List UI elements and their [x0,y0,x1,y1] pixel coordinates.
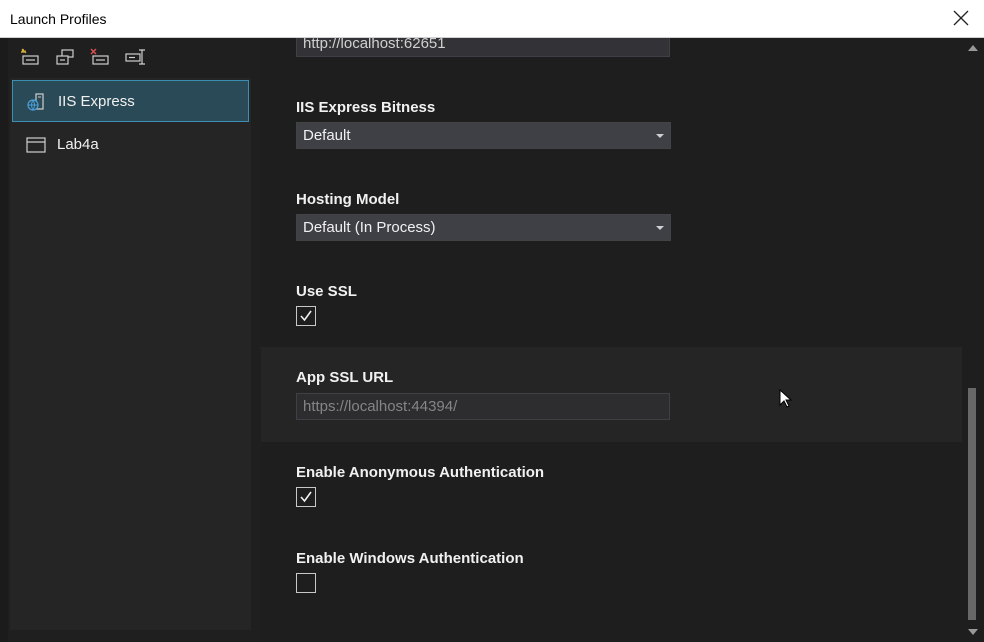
app-ssl-url-label: App SSL URL [296,369,394,386]
profile-item-lab4a[interactable]: Lab4a [12,124,249,166]
windows-auth-label: Enable Windows Authentication [296,550,524,567]
scroll-down-icon[interactable] [968,629,978,635]
hosting-model-label: Hosting Model [296,191,400,208]
checkmark-icon [300,491,312,503]
bitness-dropdown[interactable]: Default [296,122,671,149]
profile-settings-pane: http://localhost:62651 IIS Express Bitne… [261,38,962,642]
window-edge [0,38,8,642]
copy-profile-icon[interactable] [55,48,75,66]
scroll-thumb[interactable] [968,388,976,620]
app-ssl-url-field[interactable]: https://localhost:44394/ [296,393,670,420]
delete-profile-icon[interactable] [90,48,110,66]
profile-label: Lab4a [57,136,99,153]
use-ssl-label: Use SSL [296,283,357,300]
bitness-label: IIS Express Bitness [296,99,436,116]
profile-item-iis-express[interactable]: IIS Express [12,80,249,122]
anonymous-auth-label: Enable Anonymous Authentication [296,464,545,481]
rename-profile-icon[interactable] [125,48,145,66]
scroll-up-icon[interactable] [968,45,978,51]
new-profile-icon[interactable] [20,48,40,66]
vertical-scrollbar[interactable] [962,38,984,642]
profile-label: IIS Express [58,93,135,110]
chevron-down-icon [656,134,664,138]
anonymous-auth-checkbox[interactable] [296,487,316,507]
bitness-value: Default [303,127,351,144]
mouse-cursor-icon [779,389,793,408]
windows-auth-checkbox[interactable] [296,573,316,593]
chevron-down-icon [656,226,664,230]
app-url-field[interactable]: http://localhost:62651 [296,38,670,57]
pane-splitter[interactable] [251,38,261,642]
window-icon [26,137,46,153]
window-title: Launch Profiles [10,11,107,27]
title-bar: Launch Profiles [0,0,984,38]
hosting-model-dropdown[interactable]: Default (In Process) [296,214,671,241]
profile-toolbar [10,38,255,78]
close-icon[interactable] [952,9,970,27]
profile-list: IIS Express Lab4a [10,78,252,630]
use-ssl-checkbox[interactable] [296,306,316,326]
checkmark-icon [300,310,312,322]
iis-express-icon [27,93,44,111]
hosting-model-value: Default (In Process) [303,219,436,236]
